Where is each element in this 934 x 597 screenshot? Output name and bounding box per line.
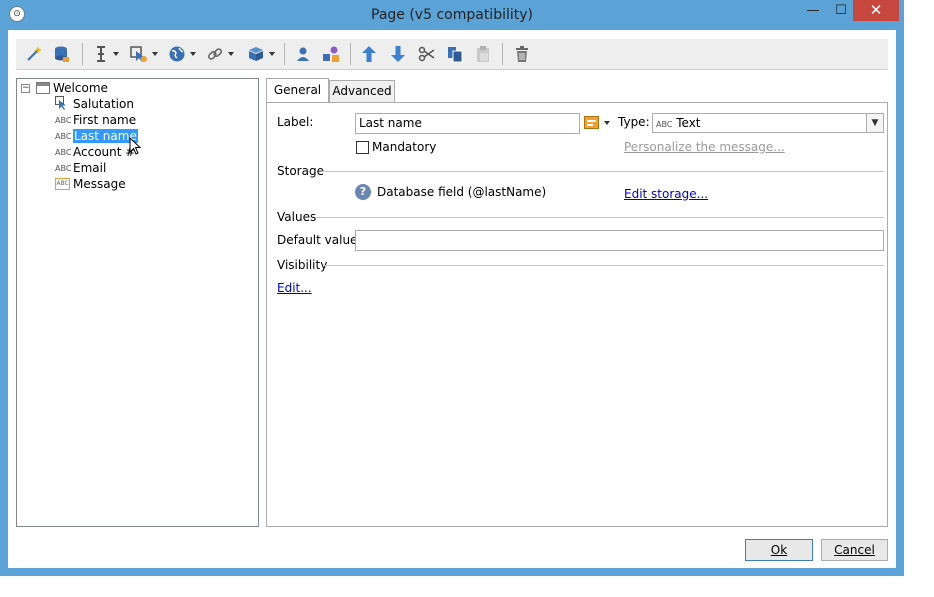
translate-icon[interactable] — [584, 116, 610, 130]
ok-label: Ok — [770, 543, 788, 557]
abc-icon: ABC — [656, 120, 673, 129]
close-button[interactable]: ✕ — [853, 0, 899, 21]
wand-icon[interactable] — [25, 43, 43, 65]
tree-item-message[interactable]: ABC Message — [55, 176, 126, 192]
person-icon[interactable] — [294, 43, 312, 65]
globe-icon[interactable] — [168, 43, 196, 65]
tab-general[interactable]: General — [266, 78, 329, 103]
tree-item-label: First name — [73, 113, 137, 127]
tree-item-label: Salutation — [73, 97, 134, 111]
tree-item-label: Message — [73, 177, 126, 191]
tree-item-salutation[interactable]: Salutation — [55, 95, 134, 113]
paste-icon[interactable] — [474, 43, 492, 65]
label-caption: Label: — [277, 115, 314, 129]
toolbar-separator — [502, 43, 503, 65]
delete-icon[interactable] — [513, 43, 531, 65]
collapse-icon[interactable]: − — [21, 83, 30, 93]
general-panel: Label: Last name Type: ABC Text ▼ Mandat… — [266, 102, 888, 527]
shapes-icon[interactable] — [322, 43, 340, 65]
edit-storage-link[interactable]: Edit storage... — [624, 187, 708, 201]
ok-button[interactable]: Ok — [745, 539, 813, 561]
dialog-window: ⊙ Page (v5 compatibility) — ☐ ✕ − Welcom… — [0, 0, 904, 576]
default-value-input[interactable] — [355, 230, 884, 251]
storage-field: Database field (@lastName) — [377, 185, 547, 199]
box-icon[interactable] — [247, 43, 275, 65]
toolbar-separator — [350, 43, 351, 65]
dialog-client: − Welcome Salutation ABC First name ABC … — [8, 30, 896, 568]
minimize-button[interactable]: — — [797, 0, 829, 21]
visibility-header: Visibility — [277, 258, 328, 272]
mouse-pointer-icon — [129, 136, 142, 159]
values-divider — [315, 217, 884, 218]
link-icon[interactable] — [206, 43, 234, 65]
cursor-gear-icon[interactable] — [130, 43, 158, 65]
abc-icon: ABC — [55, 115, 72, 125]
mandatory-label: Mandatory — [372, 140, 437, 154]
visibility-divider — [324, 265, 884, 266]
arrow-down-icon[interactable] — [389, 43, 407, 65]
database-icon[interactable] — [53, 43, 71, 65]
tree-root[interactable]: − Welcome — [21, 80, 108, 96]
scissors-icon[interactable] — [418, 43, 436, 65]
window-title: Page (v5 compatibility) — [371, 7, 533, 23]
tree-item-label: Email — [73, 161, 107, 175]
personalize-link[interactable]: Personalize the message... — [624, 140, 785, 154]
page-icon — [36, 82, 50, 94]
arrow-up-icon[interactable] — [360, 43, 378, 65]
toolbar-separator — [82, 43, 83, 65]
abc-icon: ABC — [55, 163, 72, 173]
toolbar — [16, 39, 888, 70]
abc-icon: ABC — [55, 147, 72, 157]
maximize-button[interactable]: ☐ — [828, 0, 854, 21]
default-value-caption: Default value: — [277, 233, 362, 247]
page-tree[interactable]: − Welcome Salutation ABC First name ABC … — [16, 78, 259, 527]
tab-advanced[interactable]: Advanced — [329, 80, 395, 102]
cancel-label: Cancel — [834, 543, 875, 557]
mandatory-checkbox[interactable] — [356, 141, 369, 154]
help-icon: ? — [355, 184, 371, 200]
tree-item-email[interactable]: ABC Email — [55, 160, 106, 176]
type-value: Text — [676, 116, 701, 130]
toolbar-separator — [284, 43, 285, 65]
tree-item-account[interactable]: ABC Account # — [55, 144, 135, 160]
title-bar[interactable]: ⊙ Page (v5 compatibility) — ☐ ✕ — [0, 0, 904, 30]
tree-item-label: Account # — [73, 145, 136, 159]
copy-icon[interactable] — [446, 43, 464, 65]
text-cursor-icon[interactable] — [93, 43, 119, 65]
values-header: Values — [277, 210, 317, 224]
abc-icon: ABC — [55, 131, 72, 141]
tree-root-label: Welcome — [53, 81, 108, 95]
cancel-button[interactable]: Cancel — [821, 539, 888, 561]
tree-item-last-name[interactable]: ABC Last name — [55, 128, 138, 144]
visibility-edit-link[interactable]: Edit... — [277, 281, 312, 295]
chevron-down-icon[interactable]: ▼ — [866, 114, 883, 132]
label-input[interactable]: Last name — [355, 113, 580, 134]
cursor-icon — [55, 95, 73, 113]
abc-box-icon: ABC — [55, 178, 70, 190]
tree-item-first-name[interactable]: ABC First name — [55, 112, 136, 128]
storage-header: Storage — [277, 164, 324, 178]
type-caption: Type: — [618, 115, 650, 129]
type-select[interactable]: ABC Text ▼ — [652, 113, 884, 133]
storage-divider — [321, 171, 884, 172]
